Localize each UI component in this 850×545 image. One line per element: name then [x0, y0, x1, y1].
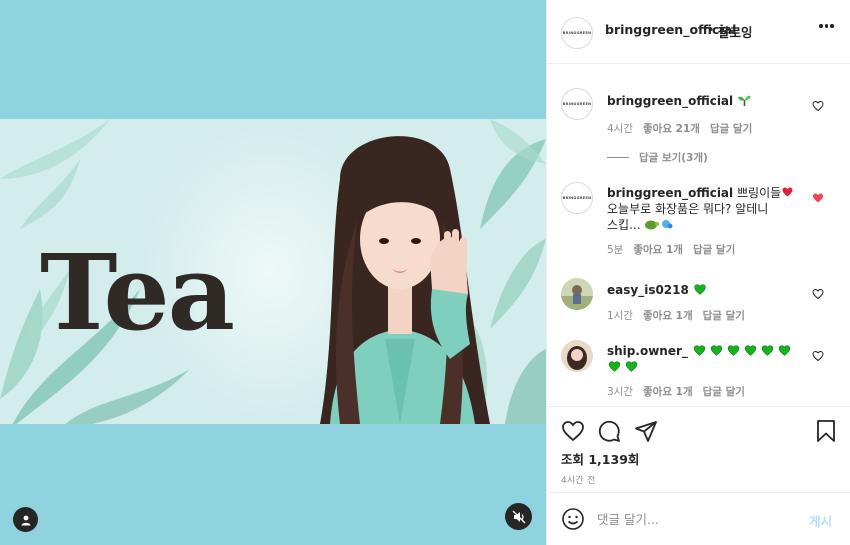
reply-button[interactable]: 답글 달기 — [703, 384, 745, 399]
comment-icon[interactable] — [597, 419, 621, 443]
green-heart-emoji — [625, 361, 638, 372]
comment-text: ship.owner_ — [607, 343, 797, 375]
video-frame: Tea — [0, 119, 546, 424]
post-media[interactable]: Tea — [0, 0, 546, 545]
red-heart-emoji — [782, 187, 793, 197]
leaf-decoration — [0, 119, 110, 229]
post-side-panel: BRINGGREEN bringgreen_official • 팔로잉 BRI… — [546, 0, 850, 545]
turtle-emoji — [645, 220, 673, 230]
view-count[interactable]: 조회 1,139회 — [561, 449, 639, 468]
comment-likes[interactable]: 좋아요 1개 — [633, 242, 683, 257]
comment-username[interactable]: bringgreen_official — [607, 94, 733, 108]
comment-text-line3: 스킵... — [607, 218, 641, 232]
media-title-text: Tea — [40, 231, 235, 354]
author-username[interactable]: bringgreen_official — [605, 22, 736, 37]
comment-meta: 1시간 좋아요 1개 답글 달기 — [607, 308, 745, 323]
mute-icon — [512, 510, 525, 523]
comment-meta: 3시간 좋아요 1개 답글 달기 — [607, 384, 745, 399]
comment-text-line1: 쁘링이들 — [736, 186, 782, 200]
author-logo-text: BRINGGREEN — [562, 102, 592, 106]
view-replies-label: 답글 보기(3개) — [639, 152, 708, 164]
like-heart-icon[interactable] — [561, 419, 585, 443]
comment-text-line2: 오늘부로 화장품은 뭐다? 알테니 — [607, 202, 769, 216]
comment-avatar[interactable] — [561, 278, 593, 310]
comment-likes[interactable]: 좋아요 1개 — [643, 384, 693, 399]
comment-input[interactable] — [597, 507, 797, 531]
comment-time: 4시간 — [607, 123, 634, 135]
comment-username[interactable]: easy_is0218 — [607, 283, 689, 297]
user-tag-button[interactable] — [13, 507, 38, 532]
green-heart-emoji — [778, 345, 790, 356]
comment-likes[interactable]: 좋아요 21개 — [643, 121, 700, 136]
author-logo-text: BRINGGREEN — [562, 31, 592, 35]
post-comment-button[interactable]: 게시 — [809, 511, 832, 530]
reply-button[interactable]: 답글 달기 — [693, 242, 735, 257]
green-heart-emoji — [727, 345, 739, 356]
liked-heart-icon[interactable] — [812, 192, 824, 204]
share-icon[interactable] — [634, 419, 658, 443]
heart-icon[interactable] — [812, 288, 824, 300]
green-heart-emoji — [693, 284, 706, 295]
bookmark-icon[interactable] — [814, 419, 838, 443]
comment-username[interactable]: bringgreen_official — [607, 186, 733, 200]
post-header: BRINGGREEN bringgreen_official • 팔로잉 — [547, 0, 850, 64]
comments-list[interactable]: BRINGGREEN bringgreen_official 4시간 좋아요 2… — [547, 64, 850, 406]
comment-text: bringgreen_official 쁘링이들 오늘부로 화장품은 뭐다? 알… — [607, 185, 807, 233]
green-heart-emoji — [744, 345, 756, 356]
comment-avatar[interactable] — [561, 340, 593, 372]
comment-time: 1시간 — [607, 310, 634, 322]
comment-time: 3시간 — [607, 386, 634, 398]
header-separator: • — [707, 22, 715, 37]
post-actions: 조회 1,139회 4시간 전 — [547, 406, 850, 496]
more-options-button[interactable] — [819, 24, 834, 28]
post-timestamp[interactable]: 4시간 전 — [561, 473, 595, 486]
mute-button[interactable] — [505, 503, 532, 530]
reply-button[interactable]: 답글 달기 — [703, 308, 745, 323]
more-icon — [819, 24, 823, 28]
green-heart-emoji — [761, 345, 773, 356]
user-tag-icon — [21, 515, 30, 525]
green-heart-emoji — [710, 345, 722, 356]
green-heart-emoji — [693, 345, 705, 356]
author-logo-text: BRINGGREEN — [562, 196, 592, 200]
comment-composer: 게시 — [547, 492, 850, 545]
comment-meta: 5분 좋아요 1개 답글 달기 — [607, 242, 735, 257]
comment-time: 5분 — [607, 244, 624, 256]
author-avatar[interactable]: BRINGGREEN — [561, 17, 593, 49]
following-button[interactable]: 팔로잉 — [718, 22, 753, 41]
comment-avatar[interactable]: BRINGGREEN — [561, 88, 593, 120]
comment-username[interactable]: ship.owner_ — [607, 344, 688, 358]
emoji-icon[interactable] — [561, 507, 585, 531]
comment-avatar[interactable]: BRINGGREEN — [561, 182, 593, 214]
comment-text: bringgreen_official — [607, 93, 807, 109]
person-image — [320, 136, 490, 424]
comment-likes[interactable]: 좋아요 1개 — [643, 308, 693, 323]
reply-button[interactable]: 답글 달기 — [710, 121, 752, 136]
heart-icon[interactable] — [812, 350, 824, 362]
comment-text: easy_is0218 — [607, 282, 807, 298]
comment-meta: 4시간 좋아요 21개 답글 달기 — [607, 121, 752, 136]
view-replies-button[interactable]: 답글 보기(3개) — [607, 150, 708, 165]
sprout-icon — [737, 95, 751, 106]
green-heart-emoji — [608, 361, 621, 372]
heart-icon[interactable] — [812, 100, 824, 112]
